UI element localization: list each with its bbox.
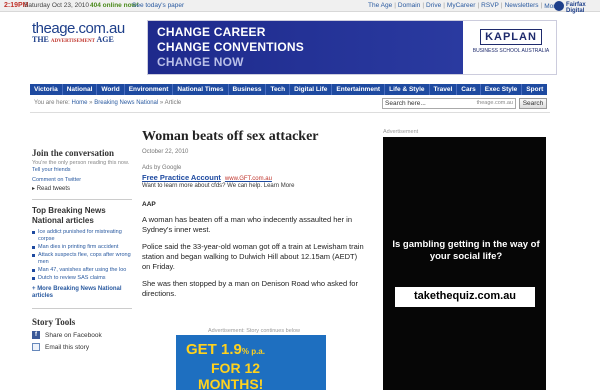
article-paragraph: She was then stopped by a man on Denison… [142,279,358,298]
sidebar-divider [32,199,132,200]
nav-item-business[interactable]: Business [229,84,267,95]
list-item[interactable]: Dutch to review SAS claims [32,275,132,282]
join-conversation-title: Join the conversation [32,148,114,158]
network-links: The Age | Domain | Drive | MyCareer | RSVP | … [368,2,564,10]
nav-item-environment[interactable]: Environment [125,84,174,95]
breadcrumb-section[interactable]: Breaking News National [94,100,158,106]
envelope-icon [32,343,40,351]
article-paragraph: A woman has beaten off a man who indecen… [142,215,352,234]
promo-line-1: GET 1.9% p.a. [186,341,265,358]
story-tools-title: Story Tools [32,317,76,327]
article: Woman beats off sex attacker October 22,… [142,129,367,299]
nav-item-sport[interactable]: Sport [522,84,547,95]
top-breaking-news-title: Top Breaking News National articles [32,206,106,225]
search-input-value: Search here... [385,100,426,107]
article-headline: Woman beats off sex attacker [142,129,319,144]
top-bar: 2:19PM Saturday Oct 23, 2010 404 online … [0,0,600,14]
banner-line-3: CHANGE NOW [157,55,244,69]
search-domain-select[interactable]: theage.com.au [477,100,513,106]
sponsored-link[interactable]: Free Practice Account www.GFT.com.au [142,173,367,182]
breadcrumb: You are here: Home » Breaking News Natio… [34,100,182,106]
join-conversation-text: You're the only person reading this now.… [32,160,130,173]
left-sidebar: Join the conversation You're the only pe… [32,148,132,351]
right-skyscraper-ad[interactable]: Is gambling getting in the way of your s… [383,137,546,390]
nav-item-tech[interactable]: Tech [266,84,291,95]
network-link-domain[interactable]: Domain [398,2,420,10]
network-link-mycareer[interactable]: MyCareer [447,2,476,10]
network-link-drive[interactable]: Drive [426,2,441,10]
network-link-rsvp[interactable]: RSVP [481,2,499,10]
top-breaking-news-list: Ice addict punished for mistreating corp… [32,229,132,282]
right-ad-url: takethequiz.com.au [395,287,535,307]
email-story-button[interactable]: Email this story [32,343,132,351]
nav-item-cars[interactable]: Cars [457,84,481,95]
banner-line-1: CHANGE CAREER [157,25,266,39]
list-item[interactable]: Man dies in printing firm accident [32,244,132,251]
fairfax-circle-icon [554,1,564,11]
nav-item-national-times[interactable]: National Times [173,84,229,95]
nav-item-life-style[interactable]: Life & Style [385,84,430,95]
plus-icon: + [32,286,36,292]
advertisement-notice: Advertisement: Story continues below [208,328,301,334]
fairfax-text: Fairfax Digital [566,2,586,14]
fairfax-logo[interactable]: Fairfax Digital [550,0,600,14]
sponsored-link-description: Want to learn more about cfds? We can he… [142,183,295,189]
search-button[interactable]: Search [519,98,547,109]
nav-item-exec-style[interactable]: Exec Style [481,84,523,95]
breadcrumb-home[interactable]: Home [71,100,87,106]
triangle-right-icon: ▸ [32,186,36,192]
main-nav: Victoria National World Environment Nati… [30,84,547,95]
nav-item-digital-life[interactable]: Digital Life [290,84,333,95]
kaplan-school: BUSINESS SCHOOL AUSTRALIA [472,48,550,54]
banner-ad[interactable]: CHANGE CAREER CHANGE CONVENTIONS CHANGE … [147,20,557,75]
banner-ad-panel: CHANGE CAREER CHANGE CONVENTIONS CHANGE … [148,21,463,74]
sponsored-link-url[interactable]: www.GFT.com.au [225,176,272,182]
kaplan-logo: KAPLAN BUSINESS SCHOOL AUSTRALIA [468,29,554,54]
nav-item-travel[interactable]: Travel [430,84,458,95]
search-input[interactable]: Search here... theage.com.au [382,98,516,109]
nav-item-victoria[interactable]: Victoria [30,84,63,95]
share-facebook-button[interactable]: f Share on Facebook [32,331,132,339]
tell-friends-link[interactable]: Tell your friends [32,167,71,173]
network-link-the-age[interactable]: The Age [368,2,392,10]
banner-line-2: CHANGE CONVENTIONS [157,40,304,54]
breadcrumb-current: Article [164,100,182,106]
header-divider [30,112,550,113]
network-link-newsletters[interactable]: Newsletters [505,2,539,10]
site-logo[interactable]: theage.com.au THE ADVERTISEMENT AGE [32,20,142,44]
comment-on-twitter-link[interactable]: Comment on Twitter [32,177,132,183]
nav-item-entertainment[interactable]: Entertainment [332,84,386,95]
list-item[interactable]: Man 47, vanishes after using the loo [32,267,132,274]
read-tweets-toggle[interactable]: ▸ Read tweets [32,185,132,192]
promo-line-2: FOR 12 [211,360,261,376]
right-ad-question: Is gambling getting in the way of your s… [392,239,540,262]
kaplan-brand: KAPLAN [480,29,542,45]
todays-paper-link[interactable]: See today's paper [132,2,184,9]
list-item[interactable]: Attack suspects flee, cops after wrong m… [32,252,132,266]
right-ad-label: Advertisement [383,129,419,135]
site-logo-masthead: THE ADVERTISEMENT AGE [32,35,114,44]
ads-by-google-label[interactable]: Ads by Google [142,165,367,171]
article-paragraph: Police said the 33-year-old woman got of… [142,242,364,271]
current-date: Saturday Oct 23, 2010 [24,2,90,9]
list-item[interactable]: Ice addict punished for mistreating corp… [32,229,132,243]
promo-line-3: MONTHS! [198,376,264,390]
article-date: October 22, 2010 [142,149,189,155]
facebook-icon: f [32,331,40,339]
more-breaking-news-link[interactable]: + More Breaking News National articles [32,286,132,300]
inline-promo-ad[interactable]: GET 1.9% p.a. FOR 12 MONTHS! [176,335,326,390]
sidebar-divider [32,308,132,309]
nav-item-national[interactable]: National [63,84,98,95]
nav-item-world[interactable]: World [97,84,125,95]
article-source: AAP [142,201,156,208]
